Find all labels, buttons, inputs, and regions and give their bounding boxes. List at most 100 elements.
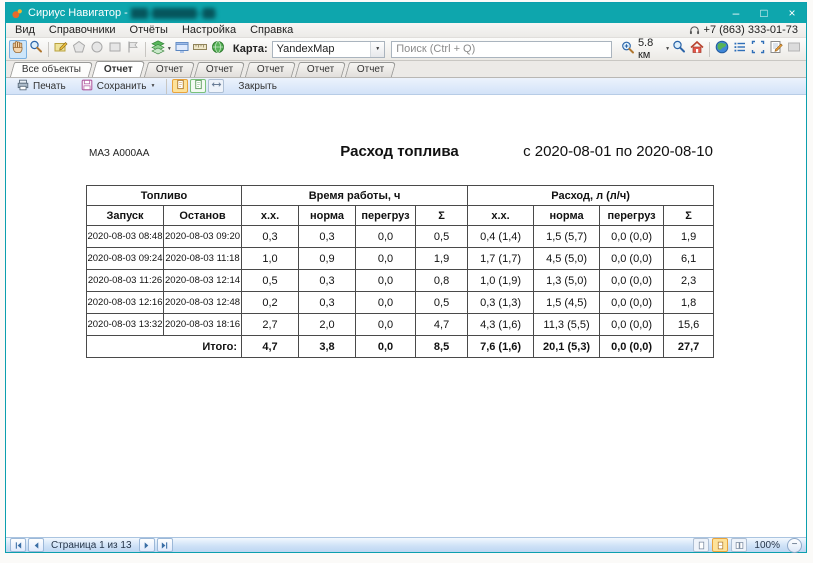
date-cell: 2020-08-03 12:16 — [87, 292, 164, 314]
floppy-icon — [80, 78, 94, 95]
last-page-button[interactable] — [157, 538, 173, 552]
date-cell: 2020-08-03 11:18 — [164, 248, 242, 270]
table-row: 2020-08-03 13:322020-08-03 18:162,72,00,… — [87, 314, 714, 336]
layers-button[interactable]: ▼ — [149, 40, 173, 59]
page-label: Страница 1 из 13 — [51, 540, 132, 551]
draw-circle-button[interactable] — [88, 40, 106, 59]
value-cell: 2,7 — [242, 314, 299, 336]
map-select-value: YandexMap — [273, 43, 371, 55]
note-pencil-icon — [768, 39, 784, 60]
tab[interactable]: Отчет — [144, 62, 196, 77]
zoom-out-button[interactable]: − — [787, 538, 802, 553]
first-page-button[interactable] — [10, 538, 26, 552]
draw-rectangle-button[interactable] — [106, 40, 124, 59]
value-cell: 0,5 — [242, 270, 299, 292]
tab-active[interactable]: Отчет — [92, 61, 145, 77]
magnifier-icon — [671, 39, 687, 60]
layers-icon — [150, 39, 166, 60]
home-button[interactable] — [688, 40, 706, 59]
draw-flag-button[interactable] — [124, 40, 142, 59]
map-tiles-button[interactable] — [173, 40, 191, 59]
map-select[interactable]: YandexMap ▼ — [272, 41, 386, 58]
menu-item[interactable]: Справочники — [42, 23, 123, 37]
column-header: Останов — [164, 206, 242, 226]
search-input[interactable] — [391, 41, 612, 58]
value-cell: 0,0 — [356, 314, 416, 336]
value-cell: 0,3 — [299, 292, 356, 314]
geozones-button[interactable] — [209, 40, 227, 59]
menu-item[interactable]: Отчёты — [123, 23, 175, 37]
date-cell: 2020-08-03 12:14 — [164, 270, 242, 292]
tab[interactable]: Все объекты — [10, 62, 93, 77]
totals-value: 3,8 — [299, 336, 356, 358]
value-cell: 2,3 — [664, 270, 714, 292]
date-cell: 2020-08-03 13:32 — [87, 314, 164, 336]
date-cell: 2020-08-03 11:26 — [87, 270, 164, 292]
date-cell: 2020-08-03 08:48 — [87, 226, 164, 248]
draw-polygon-button[interactable] — [70, 40, 88, 59]
value-cell: 0,0 (0,0) — [600, 226, 664, 248]
close-button[interactable]: × — [778, 3, 806, 23]
ruler-icon — [192, 39, 208, 60]
pan-tool-button[interactable] — [9, 40, 27, 59]
locate-button[interactable] — [670, 40, 688, 59]
separator — [166, 79, 167, 94]
column-header: перегруз — [356, 206, 416, 226]
scale-zoom-control[interactable]: 5.8 км ▼ — [620, 37, 670, 61]
report-toolbar: Печать Сохранить ▼ Закрыть — [6, 78, 806, 95]
edit-map-button[interactable] — [52, 40, 70, 59]
chevron-down-icon: ▼ — [150, 83, 155, 89]
column-header: норма — [299, 206, 356, 226]
internet-map-button[interactable] — [713, 40, 731, 59]
print-button[interactable]: Печать — [10, 78, 72, 94]
value-cell: 0,0 — [356, 226, 416, 248]
tab[interactable]: Отчет — [345, 62, 397, 77]
main-toolbar: ▼ Карта: YandexMap ▼ 5.8 км ▼ — [6, 38, 806, 61]
close-report-button[interactable]: Закрыть — [232, 78, 283, 94]
object-list-button[interactable] — [731, 40, 749, 59]
menu-item[interactable]: Справка — [243, 23, 300, 37]
selection-frame-icon — [750, 39, 766, 60]
value-cell: 1,0 (1,9) — [468, 270, 534, 292]
edit-notes-button[interactable] — [767, 40, 785, 59]
tab[interactable]: Отчет — [194, 62, 246, 77]
value-cell: 6,1 — [664, 248, 714, 270]
single-page-view-button[interactable] — [172, 79, 188, 93]
column-group-header: Расход, л (л/ч) — [468, 186, 714, 206]
zoom-tool-button[interactable] — [27, 40, 45, 59]
support-phone: +7 (863) 333-01-73 — [704, 24, 798, 36]
two-page-view-button[interactable] — [731, 538, 747, 552]
report-view: МАЗ А000АА Расход топлива с 2020-08-01 п… — [6, 95, 806, 537]
maximize-button[interactable]: □ — [750, 3, 778, 23]
circle-icon — [89, 39, 105, 60]
value-cell: 1,8 — [664, 292, 714, 314]
globe-icon — [714, 39, 730, 60]
ruler-button[interactable] — [191, 40, 209, 59]
continuous-view-button[interactable] — [190, 79, 206, 93]
magnifier-icon — [28, 39, 44, 60]
table-row: 2020-08-03 11:262020-08-03 12:140,50,30,… — [87, 270, 714, 292]
separator — [145, 42, 146, 57]
date-cell: 2020-08-03 09:24 — [87, 248, 164, 270]
prev-page-button[interactable] — [28, 538, 44, 552]
value-cell: 15,6 — [664, 314, 714, 336]
value-cell: 4,3 (1,6) — [468, 314, 534, 336]
tab[interactable]: Отчет — [295, 62, 347, 77]
separator — [48, 42, 49, 57]
scale-value: 5.8 км — [638, 37, 662, 61]
save-button[interactable]: Сохранить ▼ — [74, 78, 162, 94]
map-label: Карта: — [233, 43, 268, 55]
fit-width-button[interactable] — [208, 79, 224, 93]
single-page-view-button[interactable] — [693, 538, 709, 552]
value-cell: 4,7 — [416, 314, 468, 336]
continuous-view-button[interactable] — [712, 538, 728, 552]
selection-frame-button[interactable] — [749, 40, 767, 59]
minimize-button[interactable]: – — [722, 3, 750, 23]
menu-item[interactable]: Вид — [8, 23, 42, 37]
next-page-button[interactable] — [139, 538, 155, 552]
zoom-level-label: 100% — [754, 540, 780, 551]
tab[interactable]: Отчет — [244, 62, 296, 77]
map-pencil-icon — [53, 39, 69, 60]
menu-item[interactable]: Настройка — [175, 23, 243, 37]
value-cell: 0,0 — [356, 248, 416, 270]
